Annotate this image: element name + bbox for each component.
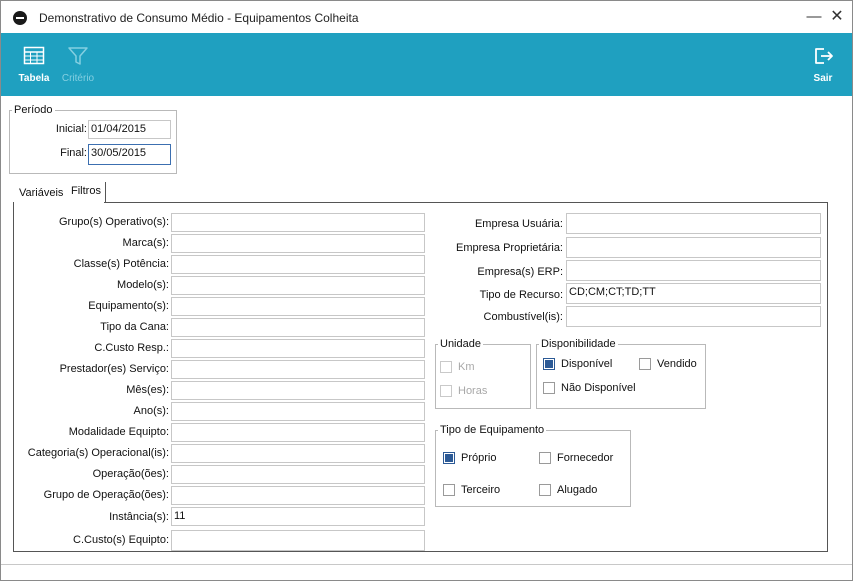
classe-potencia-input[interactable]: [171, 255, 425, 274]
status-bar: [1, 564, 852, 578]
periodo-legend: Período: [14, 104, 53, 116]
tabela-button[interactable]: Tabela: [9, 43, 59, 91]
classe-potencia-label: Classe(s) Potência:: [73, 258, 169, 270]
vendido-checkbox[interactable]: [639, 358, 651, 370]
terceiro-label: Terceiro: [461, 484, 501, 496]
categoria-operacional-input[interactable]: [171, 444, 425, 463]
modalidade-equipto-input[interactable]: [171, 423, 425, 442]
combustivel-input[interactable]: [566, 306, 821, 327]
empresa-erp-label: Empresa(s) ERP:: [477, 266, 563, 278]
app-window: Demonstrativo de Consumo Médio - Equipam…: [0, 0, 853, 581]
modelo-input[interactable]: [171, 276, 425, 295]
km-label: Km: [458, 361, 475, 373]
fornecedor-checkbox[interactable]: [539, 452, 551, 464]
modelo-label: Modelo(s):: [117, 279, 169, 291]
tab-filtros[interactable]: Filtros: [67, 182, 106, 202]
sair-label: Sair: [813, 73, 833, 84]
content-area: Período Inicial: 01/04/2015 Final: 30/05…: [1, 96, 852, 580]
horas-label: Horas: [458, 385, 488, 397]
criterio-button[interactable]: Critério: [53, 43, 103, 91]
tipo-recurso-label: Tipo de Recurso:: [479, 289, 563, 301]
proprio-checkbox[interactable]: [443, 452, 455, 464]
operacao-label: Operação(ões):: [92, 468, 169, 480]
instancia-input[interactable]: 11: [171, 507, 425, 526]
grupo-operativo-label: Grupo(s) Operativo(s):: [58, 216, 169, 228]
grupo-operacao-input[interactable]: [171, 486, 425, 505]
criterio-label: Critério: [61, 73, 95, 84]
equipamento-input[interactable]: [171, 297, 425, 316]
operacao-input[interactable]: [171, 465, 425, 484]
disponivel-checkbox[interactable]: [543, 358, 555, 370]
horas-checkbox[interactable]: [440, 385, 452, 397]
nao-disponivel-checkbox[interactable]: [543, 382, 555, 394]
tipo-cana-input[interactable]: [171, 318, 425, 337]
km-checkbox[interactable]: [440, 361, 452, 373]
disponibilidade-legend: Disponibilidade: [541, 338, 616, 350]
mes-label: Mês(es):: [126, 384, 169, 396]
ano-input[interactable]: [171, 402, 425, 421]
panel-border: [104, 202, 828, 203]
final-date-input[interactable]: 30/05/2015: [88, 144, 171, 165]
ccusto-resp-input[interactable]: [171, 339, 425, 358]
filter-funnel-icon: [68, 47, 88, 65]
terceiro-checkbox[interactable]: [443, 484, 455, 496]
exit-door-icon: [815, 48, 833, 64]
ano-label: Ano(s):: [133, 405, 169, 417]
prestador-servico-input[interactable]: [171, 360, 425, 379]
close-button[interactable]: ✕: [827, 7, 847, 27]
empresa-proprietaria-label: Empresa Proprietária:: [456, 242, 563, 254]
table-grid-icon: [23, 46, 45, 65]
marca-input[interactable]: [171, 234, 425, 253]
instancia-label: Instância(s):: [109, 511, 169, 523]
empresa-usuaria-input[interactable]: [566, 213, 821, 234]
vendido-label: Vendido: [657, 358, 697, 370]
ccusto-equipto-input[interactable]: [171, 530, 425, 551]
inicial-date-input[interactable]: 01/04/2015: [88, 120, 171, 139]
marca-label: Marca(s):: [122, 237, 169, 249]
prestador-servico-label: Prestador(es) Serviço:: [59, 363, 169, 375]
equipamento-label: Equipamento(s):: [88, 300, 169, 312]
minimize-button[interactable]: —: [804, 7, 824, 27]
combustivel-label: Combustível(is):: [483, 311, 563, 323]
tipo-equipamento-legend: Tipo de Equipamento: [440, 424, 545, 436]
tipo-cana-label: Tipo da Cana:: [100, 321, 169, 333]
fornecedor-label: Fornecedor: [557, 452, 614, 464]
app-logo-icon: [13, 11, 27, 25]
grupo-operacao-label: Grupo de Operação(ões):: [43, 489, 169, 501]
empresa-erp-input[interactable]: [566, 260, 821, 281]
modalidade-equipto-label: Modalidade Equipto:: [68, 426, 169, 438]
title-bar: Demonstrativo de Consumo Médio - Equipam…: [1, 1, 852, 33]
mes-input[interactable]: [171, 381, 425, 400]
tab-variaveis[interactable]: Variáveis: [15, 184, 67, 204]
inicial-label: Inicial:: [55, 123, 87, 135]
alugado-label: Alugado: [557, 484, 598, 496]
disponivel-label: Disponível: [561, 358, 613, 370]
proprio-label: Próprio: [461, 452, 497, 464]
window-title: Demonstrativo de Consumo Médio - Equipam…: [39, 11, 359, 25]
final-label: Final:: [60, 147, 87, 159]
tabela-label: Tabela: [18, 73, 50, 84]
toolbar: Tabela Critério Sair: [1, 33, 852, 96]
tipo-recurso-input[interactable]: CD;CM;CT;TD;TT: [566, 283, 821, 304]
categoria-operacional-label: Categoria(s) Operacional(is):: [27, 447, 169, 459]
disponibilidade-group: Disponibilidade: [536, 338, 706, 409]
sair-button[interactable]: Sair: [798, 43, 848, 91]
empresa-proprietaria-input[interactable]: [566, 237, 821, 258]
unidade-group: Unidade: [435, 338, 531, 409]
alugado-checkbox[interactable]: [539, 484, 551, 496]
empresa-usuaria-label: Empresa Usuária:: [474, 218, 563, 230]
grupo-operativo-input[interactable]: [171, 213, 425, 232]
nao-disponivel-label: Não Disponível: [561, 382, 636, 394]
unidade-legend: Unidade: [440, 338, 481, 350]
ccusto-equipto-label: C.Custo(s) Equipto:: [73, 534, 169, 546]
ccusto-resp-label: C.Custo Resp.:: [94, 342, 169, 354]
